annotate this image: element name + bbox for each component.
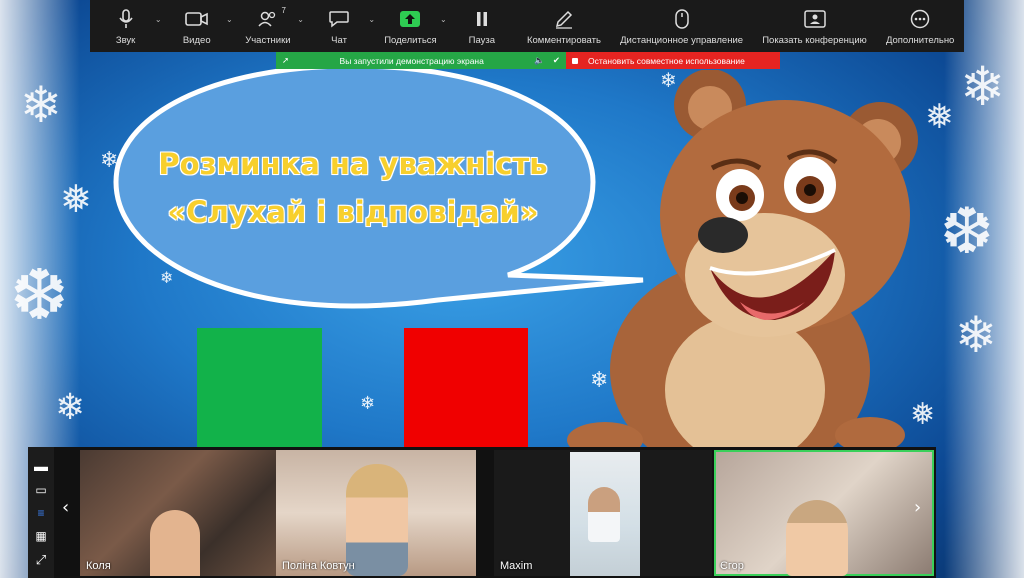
participants-button[interactable]: 7 ⌄ Участники bbox=[242, 0, 304, 52]
show-meeting-button[interactable]: Показать конференцию bbox=[762, 0, 867, 52]
snowflake-icon: ❆ bbox=[940, 195, 994, 269]
video-gallery: ▬ ▭ ≡ ▦ ⤢ ‹ Коля Поліна Ковтун Maxim Єго… bbox=[28, 447, 936, 578]
speaker-icon[interactable]: 🔈 bbox=[534, 55, 545, 66]
chevron-down-icon[interactable]: ⌄ bbox=[297, 15, 304, 24]
gallery-controls: ▬ ▭ ≡ ▦ ⤢ bbox=[28, 447, 54, 578]
chevron-down-icon[interactable]: ⌄ bbox=[368, 15, 375, 24]
pause-icon bbox=[475, 7, 489, 31]
participant-video bbox=[150, 510, 200, 576]
show-meeting-label: Показать конференцию bbox=[762, 34, 867, 46]
strip-view-icon[interactable]: ≡ bbox=[37, 506, 44, 520]
video-camera-icon bbox=[184, 7, 209, 31]
video-tile-active-speaker[interactable]: Єгор bbox=[714, 450, 934, 576]
snowflake-icon: ❅ bbox=[925, 97, 954, 137]
pause-button[interactable]: Пауза bbox=[456, 0, 508, 52]
video-tile[interactable]: Maxim bbox=[494, 450, 712, 576]
video-tile[interactable]: Коля bbox=[80, 450, 276, 576]
meeting-toolbar: ⌄ Звук ⌄ Видео 7 ⌄ Участники ⌄ Чат ⌄ Под… bbox=[90, 0, 964, 52]
chat-label: Чат bbox=[331, 34, 347, 46]
expand-icon[interactable]: ⤢ bbox=[36, 552, 46, 568]
red-card bbox=[404, 328, 528, 448]
annotate-button[interactable]: Комментировать bbox=[527, 0, 601, 52]
grid-view-icon[interactable]: ▦ bbox=[35, 529, 46, 543]
share-label: Поделиться bbox=[384, 34, 437, 46]
minimize-icon[interactable]: ▬ bbox=[34, 458, 48, 474]
snowflake-icon: ❄ bbox=[360, 393, 376, 414]
share-status-text: Вы запустили демонстрацию экрана bbox=[339, 55, 484, 66]
participant-name: Єгор bbox=[720, 560, 744, 572]
snowflake-icon: ❄ bbox=[55, 387, 86, 428]
share-screen-button[interactable]: ⌄ Поделиться bbox=[384, 0, 447, 52]
annotate-pen-icon bbox=[554, 7, 574, 31]
green-card bbox=[197, 328, 322, 448]
chevron-down-icon[interactable]: ⌄ bbox=[226, 15, 233, 24]
snowflake-icon: ❄ bbox=[20, 76, 62, 134]
snowflake-icon: ❄ bbox=[955, 306, 997, 364]
chevron-down-icon[interactable]: ⌄ bbox=[440, 15, 447, 24]
participant-video bbox=[346, 464, 408, 576]
participant-video bbox=[570, 452, 640, 576]
participant-video bbox=[786, 500, 848, 576]
stop-share-label: Остановить совместное использование bbox=[588, 55, 745, 66]
participant-name: Коля bbox=[86, 560, 111, 572]
participants-label: Участники bbox=[245, 34, 291, 46]
share-screen-icon bbox=[399, 7, 421, 31]
participants-icon bbox=[257, 7, 279, 31]
annotate-label: Комментировать bbox=[526, 34, 601, 46]
remote-control-button[interactable]: Дистанционное управление bbox=[620, 0, 743, 52]
video-button[interactable]: ⌄ Видео bbox=[171, 0, 233, 52]
slide-title: Розминка на уважність «Слухай і відповід… bbox=[118, 140, 588, 236]
single-view-icon[interactable]: ▭ bbox=[35, 483, 46, 497]
snowflake-icon: ❅ bbox=[60, 177, 92, 221]
stop-share-button[interactable]: Остановить совместное использование bbox=[566, 52, 780, 69]
chevron-down-icon[interactable]: ⌄ bbox=[155, 15, 162, 24]
arrow-icon: ➚ bbox=[282, 55, 290, 65]
remote-control-mouse-icon bbox=[674, 7, 689, 31]
more-label: Дополнительно bbox=[885, 34, 955, 46]
chevron-left-icon[interactable]: ‹ bbox=[62, 497, 69, 518]
stop-icon bbox=[572, 57, 578, 64]
more-icon bbox=[910, 7, 930, 31]
slide-title-line1: Розминка на уважність bbox=[158, 147, 548, 181]
pause-label: Пауза bbox=[468, 34, 496, 46]
bear-illustration bbox=[567, 70, 918, 450]
snowflake-icon: ❄ bbox=[960, 55, 1006, 118]
share-status-bar: ➚ Вы запустили демонстрацию экрана 🔈 ✔ О… bbox=[276, 52, 780, 69]
share-status: ➚ Вы запустили демонстрацию экрана 🔈 ✔ bbox=[276, 52, 566, 69]
participant-name: Maxim bbox=[500, 560, 533, 572]
more-button[interactable]: Дополнительно bbox=[886, 0, 954, 52]
chat-icon bbox=[328, 7, 350, 31]
show-meeting-icon bbox=[803, 7, 826, 31]
snowflake-icon: ❆ bbox=[10, 254, 69, 336]
remote-control-label: Дистанционное управление bbox=[620, 34, 744, 46]
microphone-icon bbox=[117, 7, 135, 31]
audio-button[interactable]: ⌄ Звук bbox=[100, 0, 162, 52]
shield-icon[interactable]: ✔ bbox=[553, 55, 560, 66]
slide-title-line2: «Слухай і відповідай» bbox=[167, 195, 539, 229]
chat-button[interactable]: ⌄ Чат bbox=[313, 0, 375, 52]
participant-name: Поліна Ковтун bbox=[282, 560, 355, 572]
video-label: Видео bbox=[182, 34, 211, 46]
audio-label: Звук bbox=[115, 34, 136, 46]
chevron-right-icon[interactable]: › bbox=[914, 497, 921, 518]
participants-count: 7 bbox=[281, 6, 286, 15]
video-tile[interactable]: Поліна Ковтун bbox=[276, 450, 476, 576]
